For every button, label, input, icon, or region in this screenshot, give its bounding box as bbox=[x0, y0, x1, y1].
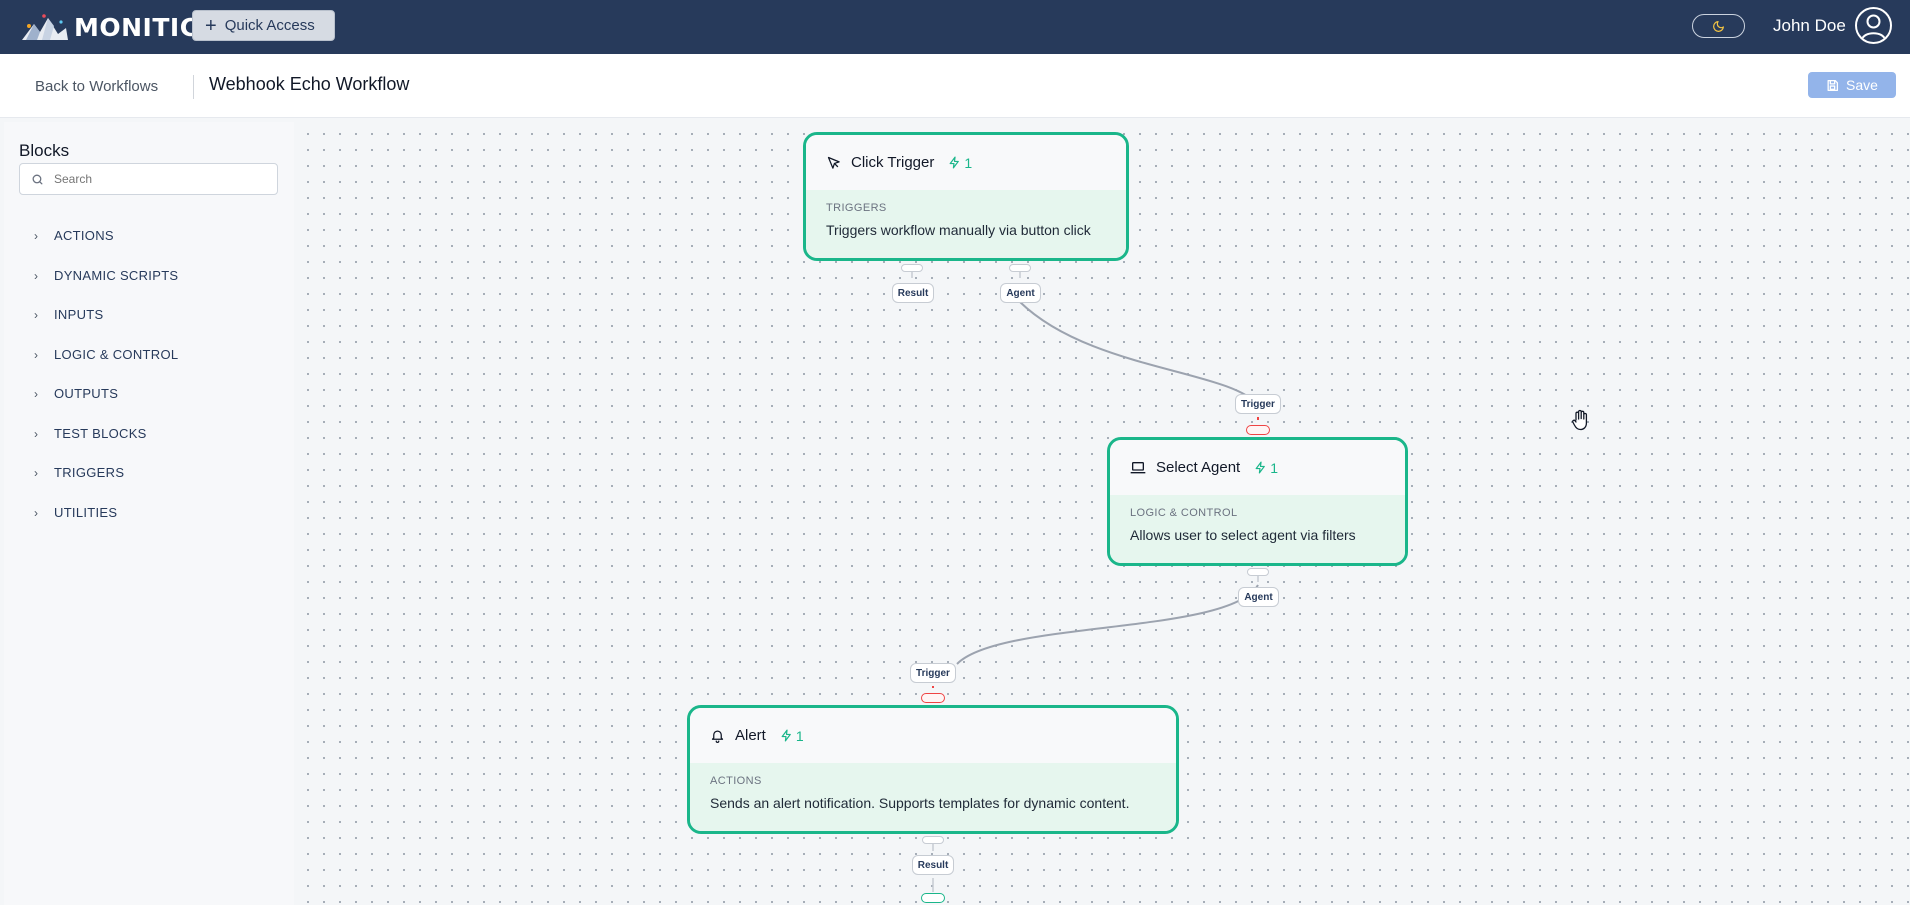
output-handle-result[interactable] bbox=[922, 836, 944, 844]
category-label: OUTPUTS bbox=[54, 386, 119, 401]
run-count: 1 bbox=[795, 727, 804, 744]
category-label: DYNAMIC SCRIPTS bbox=[54, 267, 179, 283]
chevron-right-icon: › bbox=[34, 268, 39, 283]
quick-access-label: Quick Access bbox=[224, 17, 315, 34]
category-list: › ACTIONS › DYNAMIC SCRIPTS › INPUTS › L… bbox=[34, 228, 178, 544]
save-button[interactable]: Save bbox=[1808, 72, 1896, 98]
back-to-workflows-link[interactable]: Back to Workflows bbox=[35, 78, 158, 95]
category-dynamic-scripts[interactable]: › DYNAMIC SCRIPTS bbox=[34, 268, 178, 308]
user-name[interactable]: John Doe bbox=[1773, 16, 1846, 36]
connection-handle[interactable] bbox=[921, 893, 945, 903]
node-header: Alert 1 bbox=[690, 708, 1176, 763]
category-label: TEST BLOCKS bbox=[54, 425, 147, 441]
category-inputs[interactable]: › INPUTS bbox=[34, 307, 178, 347]
run-count: 1 bbox=[1270, 459, 1279, 476]
moon-icon bbox=[1713, 20, 1724, 32]
quick-access-button[interactable]: + Quick Access bbox=[192, 10, 335, 41]
logo-mark-icon bbox=[22, 14, 68, 40]
node-title: Select Agent bbox=[1156, 459, 1241, 476]
output-handle-agent[interactable] bbox=[1247, 568, 1269, 576]
search-input[interactable] bbox=[54, 172, 254, 186]
node-category: TRIGGERS bbox=[826, 202, 887, 214]
node-select-agent[interactable]: Select Agent 1 LOGIC & CONTROL Allows us… bbox=[1107, 437, 1408, 566]
node-category: ACTIONS bbox=[710, 775, 762, 787]
theme-toggle[interactable] bbox=[1692, 14, 1745, 38]
category-actions[interactable]: › ACTIONS bbox=[34, 228, 178, 268]
plus-icon: + bbox=[205, 14, 217, 37]
port-label-trigger[interactable]: Trigger bbox=[910, 663, 956, 683]
blocks-title: Blocks bbox=[19, 141, 70, 160]
node-click-trigger[interactable]: Click Trigger 1 TRIGGERS Triggers workfl… bbox=[803, 132, 1129, 261]
category-label: TRIGGERS bbox=[54, 465, 125, 480]
node-body: TRIGGERS Triggers workflow manually via … bbox=[806, 190, 1126, 258]
node-body: LOGIC & CONTROL Allows user to select ag… bbox=[1110, 495, 1405, 563]
cursor-icon bbox=[827, 156, 840, 169]
node-category: LOGIC & CONTROL bbox=[1130, 507, 1238, 519]
chevron-right-icon: › bbox=[34, 426, 39, 441]
avatar[interactable] bbox=[1855, 7, 1892, 44]
output-handle-result[interactable] bbox=[901, 264, 923, 272]
run-count-badge: 1 bbox=[948, 155, 972, 171]
category-utilities[interactable]: › UTILITIES bbox=[34, 505, 178, 545]
chevron-right-icon: › bbox=[34, 229, 39, 243]
header-divider bbox=[193, 75, 194, 99]
chevron-right-icon: › bbox=[34, 387, 39, 401]
port-label-agent[interactable]: Agent bbox=[1238, 587, 1279, 607]
port-label-result[interactable]: Result bbox=[892, 283, 934, 303]
node-description: Sends an alert notification. Supports te… bbox=[710, 795, 1130, 811]
page-title: Webhook Echo Workflow bbox=[209, 74, 410, 94]
chevron-right-icon: › bbox=[34, 466, 39, 480]
lightning-icon bbox=[1255, 461, 1266, 474]
bell-icon bbox=[711, 730, 724, 743]
blocks-sidebar: Blocks › ACTIONS › DYNAMIC SCRIPTS › INP… bbox=[4, 122, 294, 905]
run-count: 1 bbox=[964, 154, 973, 171]
chevron-right-icon: › bbox=[34, 505, 39, 520]
category-label: INPUTS bbox=[54, 307, 104, 322]
workflow-header: Back to Workflows Webhook Echo Workflow … bbox=[0, 54, 1910, 118]
node-title: Alert bbox=[735, 727, 766, 744]
input-handle-trigger[interactable] bbox=[921, 693, 945, 703]
user-avatar-icon bbox=[1861, 14, 1886, 41]
lightning-icon bbox=[781, 729, 791, 742]
node-body: ACTIONS Sends an alert notification. Sup… bbox=[690, 763, 1176, 831]
output-handle-agent[interactable] bbox=[1009, 264, 1031, 272]
node-title: Click Trigger bbox=[851, 154, 935, 171]
logo-text: MONITIC bbox=[74, 12, 199, 42]
run-count-badge: 1 bbox=[780, 728, 804, 744]
search-icon bbox=[32, 174, 43, 184]
node-alert[interactable]: Alert 1 ACTIONS Sends an alert notificat… bbox=[687, 705, 1179, 834]
port-label-result[interactable]: Result bbox=[912, 855, 954, 875]
category-outputs[interactable]: › OUTPUTS bbox=[34, 386, 178, 426]
save-icon bbox=[1827, 79, 1839, 91]
input-handle-trigger[interactable] bbox=[1246, 425, 1270, 435]
category-triggers[interactable]: › TRIGGERS bbox=[34, 465, 178, 505]
node-header: Click Trigger 1 bbox=[806, 135, 1126, 190]
category-label: LOGIC & CONTROL bbox=[54, 346, 179, 362]
category-test-blocks[interactable]: › TEST BLOCKS bbox=[34, 426, 178, 466]
chevron-right-icon: › bbox=[34, 308, 39, 322]
search-box[interactable] bbox=[19, 163, 278, 195]
port-label-agent[interactable]: Agent bbox=[1000, 283, 1041, 303]
category-logic-control[interactable]: › LOGIC & CONTROL bbox=[34, 347, 178, 387]
node-description: Triggers workflow manually via button cl… bbox=[826, 222, 1091, 238]
chevron-right-icon: › bbox=[34, 347, 39, 362]
category-label: ACTIONS bbox=[54, 228, 114, 243]
lightning-icon bbox=[949, 156, 960, 169]
port-label-trigger[interactable]: Trigger bbox=[1235, 394, 1281, 414]
node-description: Allows user to select agent via filters bbox=[1130, 527, 1356, 543]
grab-hand-cursor-icon bbox=[1572, 409, 1588, 431]
node-header: Select Agent 1 bbox=[1110, 440, 1405, 495]
top-nav-bar: MONITIC + Quick Access John Doe bbox=[0, 0, 1910, 54]
laptop-icon bbox=[1130, 461, 1146, 473]
monitic-logo[interactable]: MONITIC bbox=[20, 10, 199, 44]
run-count-badge: 1 bbox=[1254, 460, 1278, 476]
save-label: Save bbox=[1846, 77, 1878, 93]
category-label: UTILITIES bbox=[54, 504, 118, 520]
